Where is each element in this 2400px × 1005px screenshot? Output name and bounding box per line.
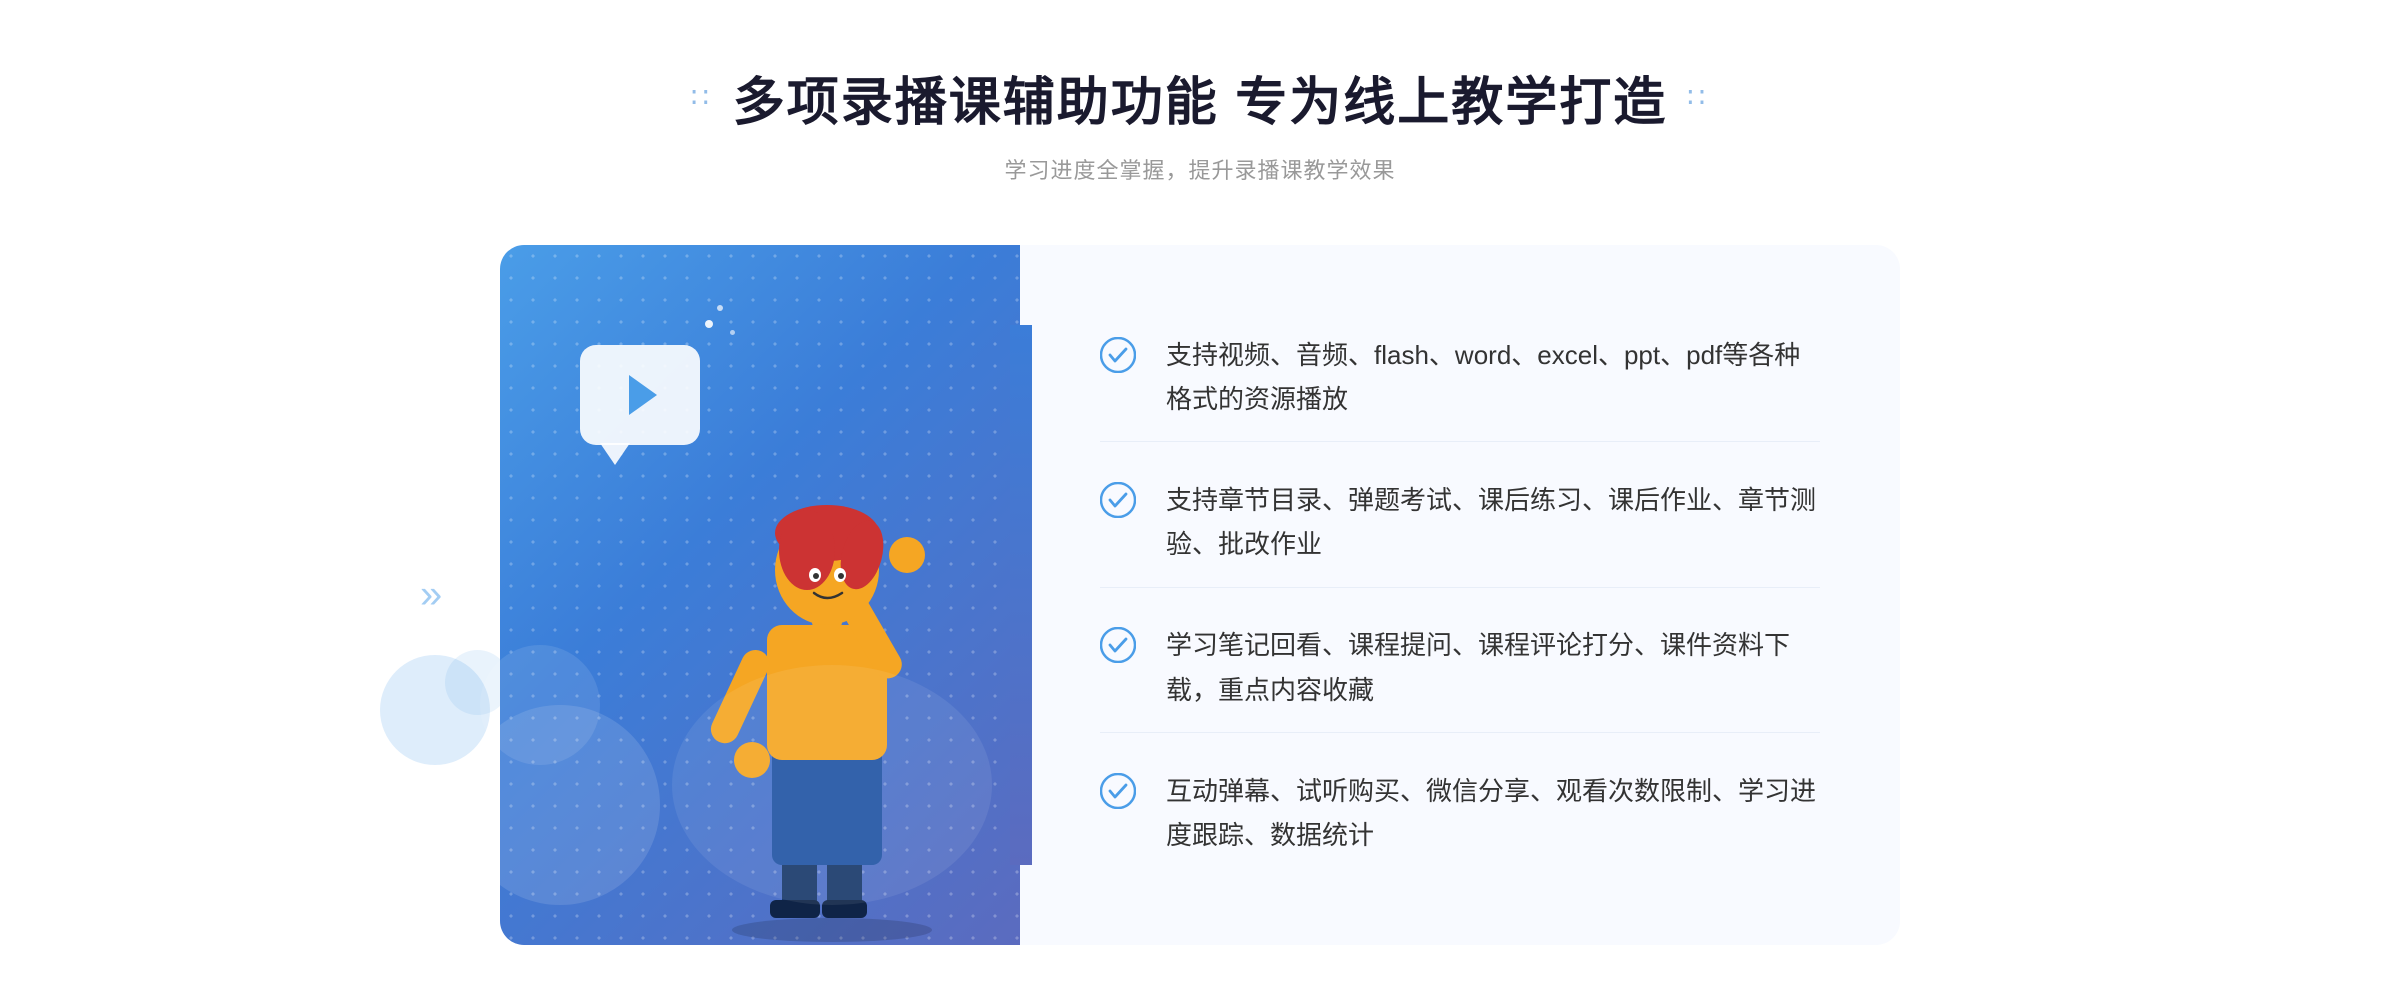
feature-item-4: 互动弹幕、试听购买、微信分享、观看次数限制、学习进度跟踪、数据统计 bbox=[1100, 749, 1820, 877]
feature-text-3: 学习笔记回看、课程提问、课程评论打分、课件资料下载，重点内容收藏 bbox=[1166, 623, 1820, 711]
deco-circle-small bbox=[480, 645, 600, 765]
sparkle-dot-1 bbox=[705, 320, 713, 328]
feature-text-1: 支持视频、音频、flash、word、excel、ppt、pdf等各种格式的资源… bbox=[1166, 333, 1820, 421]
check-icon-1 bbox=[1100, 337, 1136, 373]
header-section: ∷ 多项录播课辅助功能 专为线上教学打造 ∷ 学习进度全掌握，提升录播课教学效果 bbox=[691, 60, 1709, 185]
check-icon-3 bbox=[1100, 627, 1136, 663]
character-illustration bbox=[652, 385, 1012, 945]
subtitle: 学习进度全掌握，提升录播课教学效果 bbox=[1004, 153, 1395, 185]
sparkle-dot-2 bbox=[717, 305, 723, 311]
page-container: ∷ 多项录播课辅助功能 专为线上教学打造 ∷ 学习进度全掌握，提升录播课教学效果… bbox=[0, 60, 2400, 945]
title-row: ∷ 多项录播课辅助功能 专为线上教学打造 ∷ bbox=[691, 60, 1709, 135]
check-icon-2 bbox=[1100, 482, 1136, 518]
feature-text-2: 支持章节目录、弹题考试、课后练习、课后作业、章节测验、批改作业 bbox=[1166, 478, 1820, 566]
left-chevrons-icon: » bbox=[420, 573, 434, 618]
sparkle-dot-3 bbox=[730, 330, 735, 335]
title-dots-left: ∷ bbox=[691, 81, 713, 114]
illustration-panel bbox=[500, 245, 1020, 945]
content-area: » bbox=[500, 245, 1900, 945]
features-panel: 支持视频、音频、flash、word、excel、ppt、pdf等各种格式的资源… bbox=[1020, 245, 1900, 945]
feature-item-2: 支持章节目录、弹题考试、课后练习、课后作业、章节测验、批改作业 bbox=[1100, 458, 1820, 587]
blue-sidebar-accent bbox=[1010, 325, 1032, 865]
check-icon-4 bbox=[1100, 773, 1136, 809]
feature-item-1: 支持视频、音频、flash、word、excel、ppt、pdf等各种格式的资源… bbox=[1100, 313, 1820, 442]
feature-text-4: 互动弹幕、试听购买、微信分享、观看次数限制、学习进度跟踪、数据统计 bbox=[1166, 769, 1820, 857]
title-dots-right: ∷ bbox=[1687, 81, 1709, 114]
feature-item-3: 学习笔记回看、课程提问、课程评论打分、课件资料下载，重点内容收藏 bbox=[1100, 603, 1820, 732]
main-title: 多项录播课辅助功能 专为线上教学打造 bbox=[733, 60, 1667, 135]
